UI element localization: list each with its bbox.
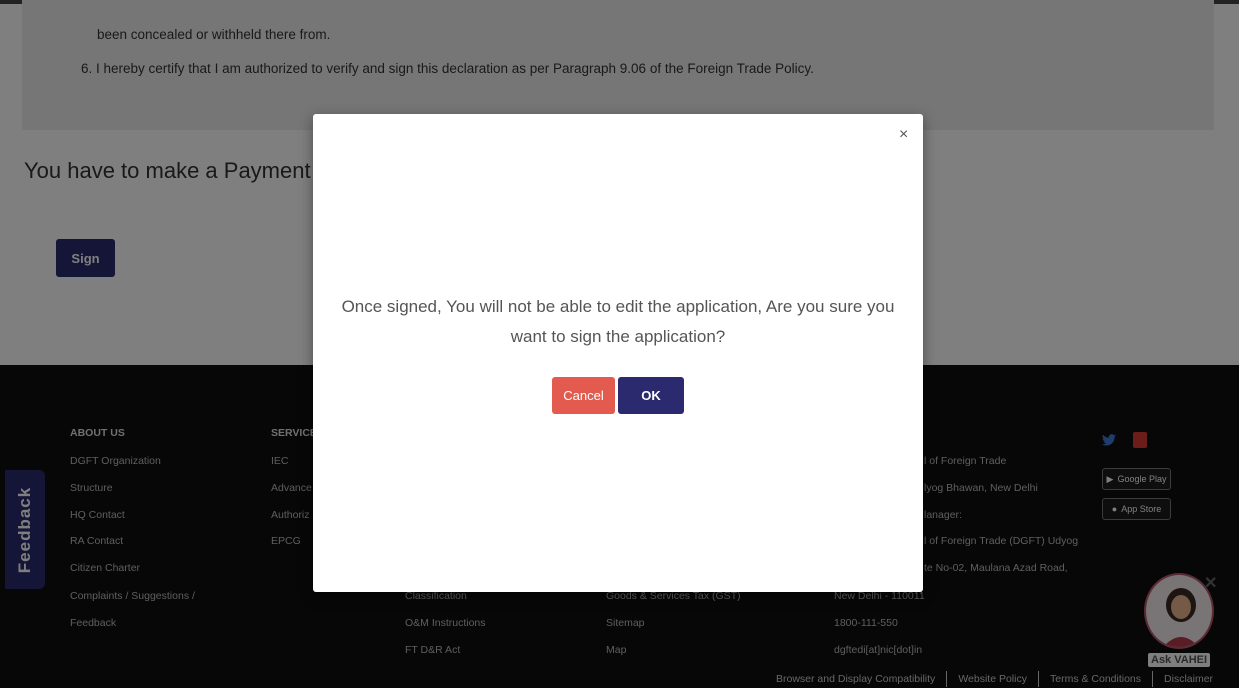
dialog-actions: Cancel OK bbox=[313, 377, 923, 414]
close-icon[interactable]: × bbox=[899, 126, 908, 144]
confirm-sign-dialog: × Once signed, You will not be able to e… bbox=[313, 114, 923, 592]
dialog-message: Once signed, You will not be able to edi… bbox=[341, 297, 895, 346]
ok-button[interactable]: OK bbox=[618, 377, 684, 414]
cancel-button[interactable]: Cancel bbox=[552, 377, 615, 414]
